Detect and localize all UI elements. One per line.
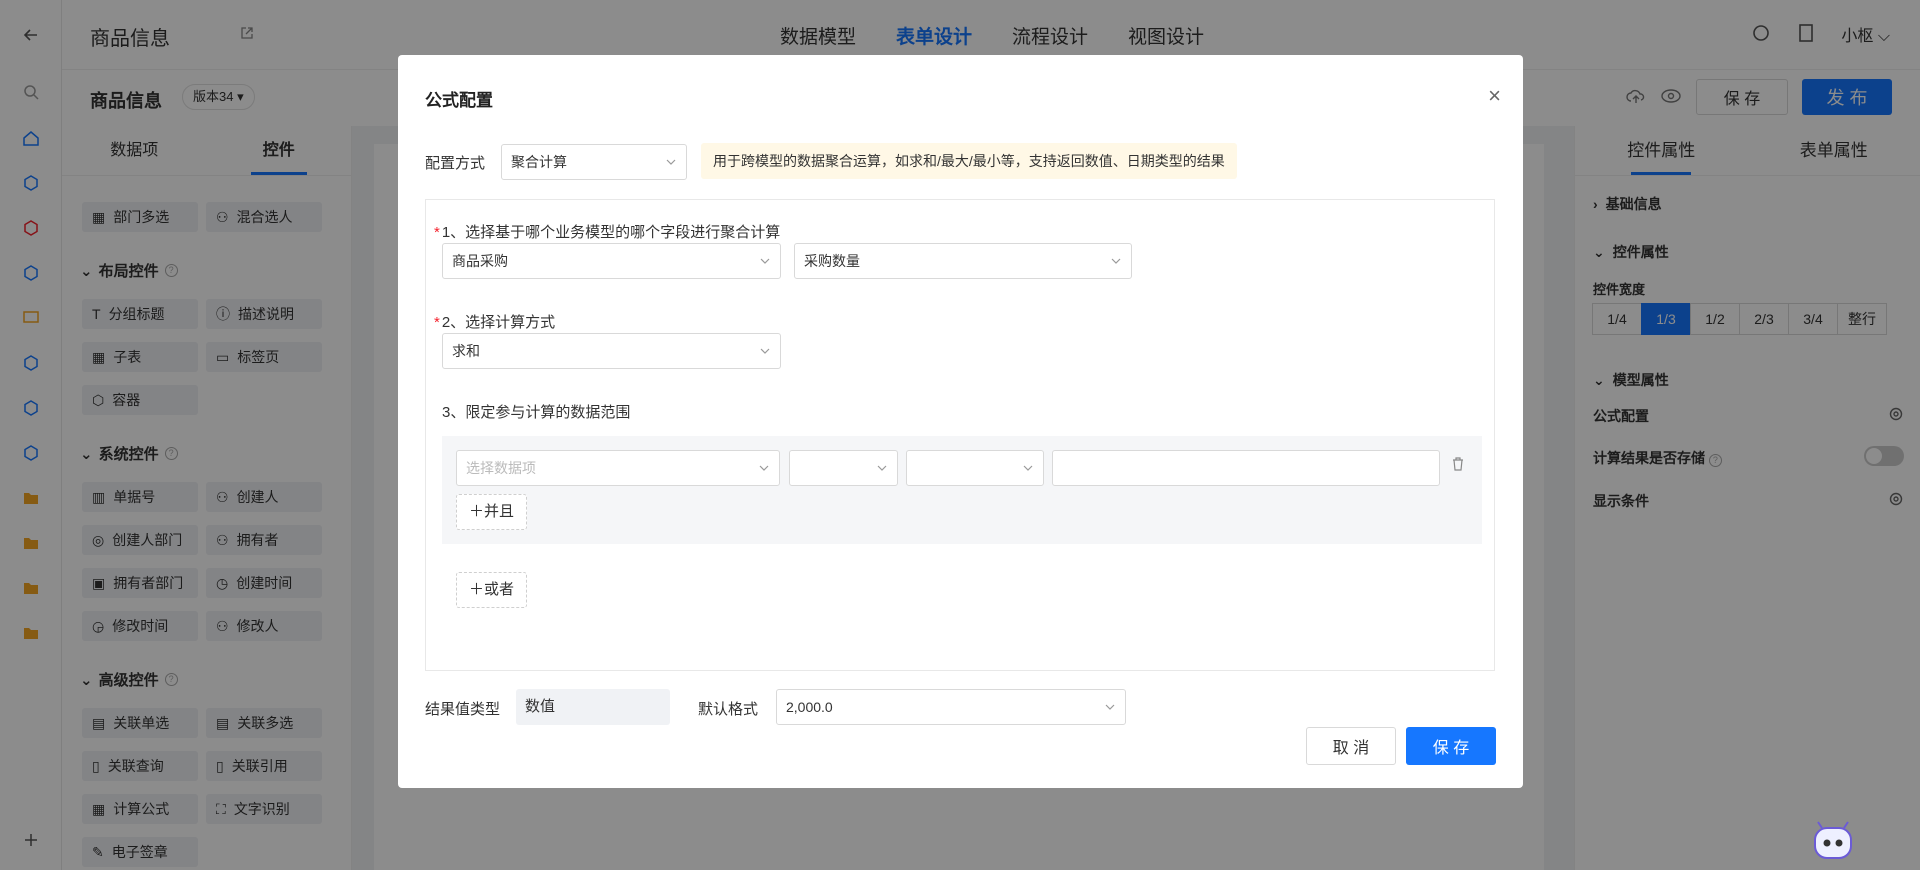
- field-select[interactable]: 采购数量: [794, 243, 1132, 279]
- chevron-down-icon: [760, 258, 770, 264]
- step-2-label: * 2、选择计算方式: [434, 314, 556, 331]
- model-select[interactable]: 商品采购: [442, 243, 781, 279]
- dialog-save-button[interactable]: 保 存: [1406, 727, 1496, 765]
- plus-icon: ＋: [469, 503, 485, 520]
- config-mode-select[interactable]: 聚合计算: [501, 144, 687, 180]
- default-format-value: 2,000.0: [786, 699, 833, 715]
- assistant-robot-icon[interactable]: [1810, 818, 1856, 864]
- config-mode-value: 聚合计算: [511, 154, 567, 170]
- chevron-down-icon: [1105, 704, 1115, 710]
- required-mark: *: [434, 314, 440, 331]
- config-mode-label: 配置方式: [425, 155, 486, 172]
- filter-value-input[interactable]: [1052, 450, 1440, 486]
- chevron-down-icon: [760, 348, 770, 354]
- default-format-select[interactable]: 2,000.0: [776, 689, 1126, 725]
- chevron-down-icon: [759, 465, 769, 471]
- plus-icon: ＋: [469, 581, 485, 598]
- delete-icon[interactable]: [1450, 456, 1466, 472]
- cancel-button[interactable]: 取 消: [1306, 727, 1396, 765]
- filter-operator-select[interactable]: [789, 450, 898, 486]
- result-type-label: 结果值类型: [425, 701, 501, 718]
- dialog-title: 公式配置: [425, 91, 493, 110]
- config-mode-hint: 用于跨模型的数据聚合运算，如求和/最大/最小等，支持返回数值、日期类型的结果: [701, 143, 1237, 179]
- add-and-button[interactable]: ＋并且: [456, 494, 528, 530]
- field-value: 采购数量: [804, 253, 860, 269]
- required-mark: *: [434, 224, 440, 241]
- filter-field-select[interactable]: 选择数据项: [456, 450, 780, 486]
- step-3-label: 3、限定参与计算的数据范围: [442, 404, 631, 421]
- model-value: 商品采购: [452, 253, 508, 269]
- calc-method-value: 求和: [452, 343, 480, 359]
- calc-method-select[interactable]: 求和: [442, 333, 781, 369]
- add-or-button[interactable]: ＋或者: [456, 572, 528, 608]
- chevron-down-icon: [1111, 258, 1121, 264]
- filter-condition-group: 选择数据项 ＋并且: [442, 436, 1482, 544]
- default-format-label: 默认格式: [698, 701, 759, 718]
- chevron-down-icon: [877, 465, 887, 471]
- aggregate-config-box: * 1、选择基于哪个业务模型的哪个字段进行聚合计算 商品采购 采购数量 * 2、选择…: [425, 199, 1495, 671]
- close-icon[interactable]: ×: [1488, 85, 1501, 107]
- chevron-down-icon: [1023, 465, 1033, 471]
- filter-value-type-select[interactable]: [906, 450, 1044, 486]
- step-1-label: * 1、选择基于哪个业务模型的哪个字段进行聚合计算: [434, 224, 781, 241]
- formula-config-dialog: 公式配置 × 配置方式 聚合计算 用于跨模型的数据聚合运算，如求和/最大/最小等…: [398, 55, 1523, 788]
- filter-field-placeholder: 选择数据项: [466, 460, 536, 476]
- result-type-value: 数值: [516, 689, 670, 725]
- chevron-down-icon: [666, 159, 676, 165]
